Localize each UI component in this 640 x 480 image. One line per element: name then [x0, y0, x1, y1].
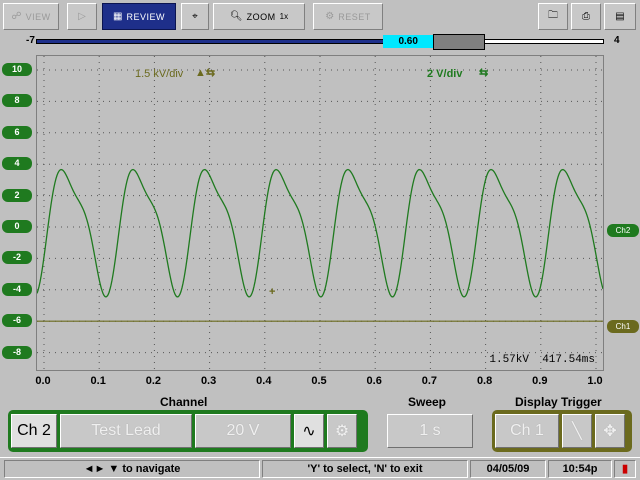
x-tick-label: 1.0 [587, 375, 603, 387]
trigger-position-button[interactable]: ✥ [595, 414, 625, 448]
ch2-coupling-icon: ⇆ [479, 67, 489, 79]
slider-max: 4 [614, 35, 620, 46]
slider-thumb[interactable] [433, 34, 486, 50]
ch1-coupling-icon: ▲⇆ [195, 67, 216, 79]
battery-icon: ▮ [614, 460, 636, 478]
y-tick-label: -2 [2, 251, 32, 265]
y-tick-label: 10 [2, 63, 32, 76]
crosshair-icon: + [269, 286, 276, 298]
slider-min: -7 [26, 35, 35, 46]
cursor-readout: 1.57kV 417.54ms [489, 354, 595, 366]
range-button[interactable]: 20 V [195, 414, 291, 448]
ch1-scale: 1.5 kV/div [135, 68, 184, 80]
x-tick-label: 0.0 [35, 375, 51, 387]
play-button[interactable]: ▷ [67, 3, 97, 30]
channel-group: Ch 2 Test Lead 20 V ∿ ⚙ [8, 410, 368, 452]
y-tick-label: -6 [2, 314, 32, 328]
plot-area: 10 8 6 4 2 0 -2 -4 -6 -8 1.5 kV/div ▲⇆ 2 V/div ⇆ … [0, 52, 640, 392]
view-icon: ☍ [11, 11, 22, 22]
print-button[interactable]: ⎙ [571, 3, 601, 30]
sweep-title: Sweep [408, 395, 447, 409]
folder-button[interactable]: 🗀 [538, 3, 568, 30]
tools-button[interactable]: ▤ [604, 3, 636, 30]
toolbar: ☍ VIEW ▷ ▦ REVIEW ⌖ 🔍︎ ZOOM 1x ⚙ RESET 🗀… [0, 0, 640, 33]
y-tick-label: 8 [2, 94, 32, 108]
slider-value: 0.60 [383, 35, 434, 48]
move-icon: ✥ [603, 423, 617, 440]
channel-options-button[interactable]: ⚙ [327, 414, 357, 448]
zoom-button[interactable]: 🔍︎ ZOOM 1x [213, 3, 305, 30]
reset-button[interactable]: ⚙ RESET [313, 3, 383, 30]
trigger-title: Display Trigger [515, 395, 602, 409]
coupling-button[interactable]: ∿ [294, 414, 324, 448]
ac-coupling-icon: ∿ [302, 423, 316, 440]
waveform-plot[interactable]: 1.5 kV/div ▲⇆ 2 V/div ⇆ + 1.57kV 417.54m… [36, 55, 604, 371]
cursor-button[interactable]: ⌖ [181, 3, 209, 30]
x-tick-label: 0.6 [366, 375, 382, 387]
y-tick-label: 0 [2, 220, 32, 233]
view-button[interactable]: ☍ VIEW [3, 3, 59, 30]
y-tick-label: -8 [2, 345, 32, 359]
toolbox-icon: ▤ [615, 11, 625, 22]
x-tick-label: 0.1 [90, 375, 106, 387]
channel-select-button[interactable]: Ch 2 [11, 414, 57, 448]
y-tick-label: 4 [2, 157, 32, 171]
trigger-slope-button[interactable]: ╲ [562, 414, 592, 448]
printer-icon: ⎙ [582, 11, 590, 22]
slider-fill [37, 40, 434, 43]
folder-icon: 🗀 [548, 10, 558, 21]
x-tick-label: 0.2 [145, 375, 162, 387]
x-tick-label: 0.3 [200, 375, 217, 387]
cursor-icon: ⌖ [192, 11, 198, 22]
review-icon: ▦ [113, 11, 123, 22]
channel-title: Channel [160, 395, 208, 409]
x-tick-label: 0.9 [532, 375, 548, 387]
trigger-channel-button[interactable]: Ch 1 [495, 414, 559, 448]
reset-icon: ⚙ [325, 11, 335, 22]
status-bar: ◄► ▼ to navigate 'Y' to select, 'N' to e… [0, 457, 640, 480]
waveform-svg [36, 56, 604, 370]
select-hint: 'Y' to select, 'N' to exit [262, 460, 468, 478]
y-tick-label: -4 [2, 282, 32, 296]
y-tick-label: 6 [2, 125, 32, 139]
x-tick-label: 0.4 [256, 375, 272, 387]
probe-button[interactable]: Test Lead [60, 414, 192, 448]
settings-icon: ⚙ [334, 423, 350, 440]
x-tick-label: 0.7 [421, 375, 438, 387]
time-slider: -7 0.60 4 [0, 33, 640, 51]
sweep-button[interactable]: 1 s [387, 414, 473, 448]
status-time: 10:54p [548, 460, 612, 478]
x-tick-label: 0.5 [311, 375, 327, 387]
navigate-hint: ◄► ▼ to navigate [4, 460, 260, 478]
ch2-marker[interactable]: Ch2 [607, 224, 639, 237]
trigger-group: Ch 1 ╲ ✥ [492, 410, 632, 452]
slider-track[interactable]: 0.60 [36, 34, 604, 50]
x-tick-label: 0.8 [476, 375, 493, 387]
magnifier-icon: 🔍︎ [229, 11, 243, 22]
y-tick-label: 2 [2, 188, 32, 202]
play-icon: ▷ [78, 11, 86, 22]
falling-edge-icon: ╲ [572, 423, 582, 440]
status-date: 04/05/09 [470, 460, 546, 478]
sweep-group: 1 s [384, 410, 476, 452]
review-button[interactable]: ▦ REVIEW [102, 3, 176, 30]
ch1-marker[interactable]: Ch1 [607, 320, 639, 333]
ch2-scale: 2 V/div [427, 68, 463, 80]
